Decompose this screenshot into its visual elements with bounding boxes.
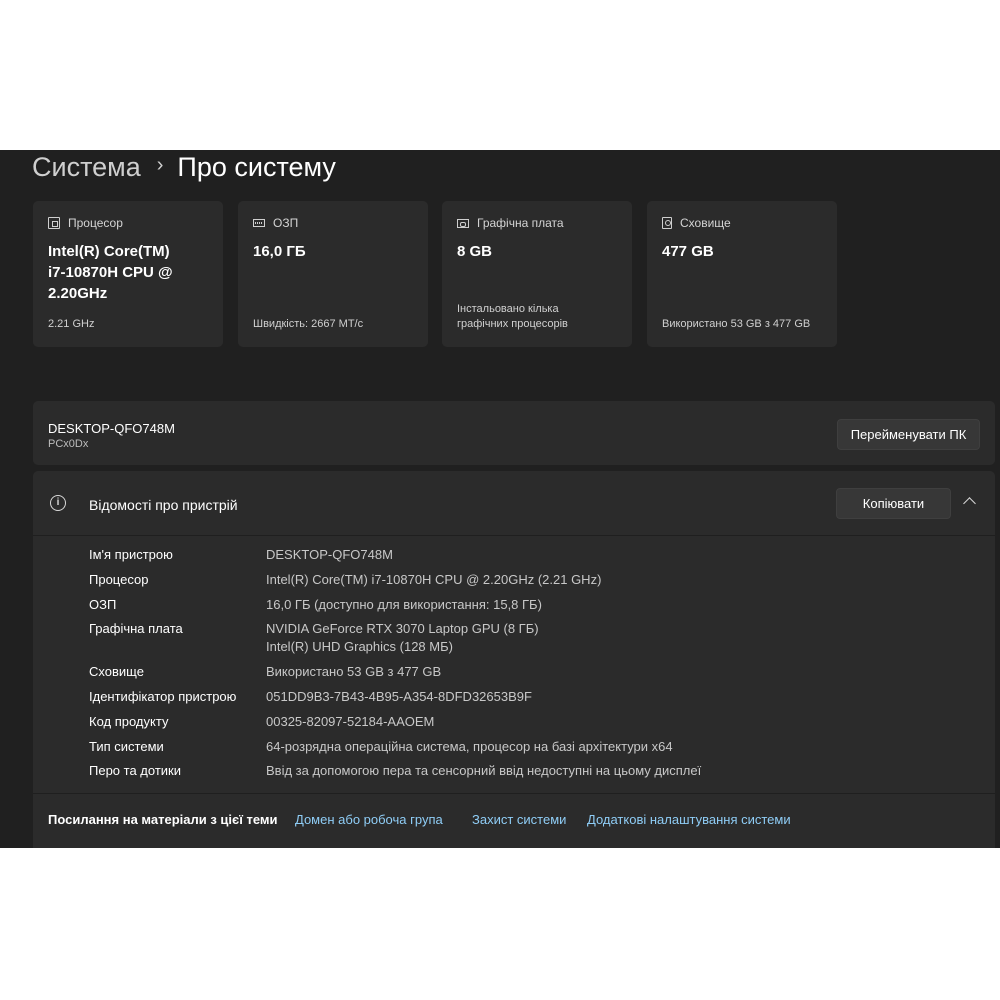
storage-card: Сховище 477 GB Використано 53 GB з 477 G… — [647, 201, 837, 347]
spec-key: Ім'я пристрою — [89, 547, 173, 562]
spec-key: Процесор — [89, 571, 149, 587]
card-value: 8 GB — [457, 243, 493, 260]
spec-key: Тип системи — [89, 738, 164, 754]
spec-row-processor: Процесор Intel(R) Core(TM) i7-10870H CPU… — [33, 571, 995, 589]
chevron-up-icon[interactable] — [963, 497, 976, 510]
card-label: ОЗП — [273, 216, 299, 230]
card-value: 477 GB — [662, 243, 714, 260]
settings-window: Система › Про систему Процесор Intel(R) … — [0, 150, 1000, 848]
spec-row-device-name: Ім'я пристрою DESKTOP-QFO748M — [33, 546, 995, 564]
spec-row-ram: ОЗП 16,0 ГБ (доступно для використання: … — [33, 596, 995, 614]
spec-key: Сховище — [89, 664, 144, 680]
card-label: Процесор — [68, 216, 123, 230]
ram-icon — [253, 219, 265, 227]
processor-card: Процесор Intel(R) Core(TM) i7-10870H CPU… — [33, 201, 223, 347]
spec-row-device-id: Ідентифікатор пристрою 051DD9B3-7B43-4B9… — [33, 688, 995, 706]
rename-pc-button[interactable]: Перейменувати ПК — [837, 419, 980, 450]
card-subtitle: Інстальовано кілька графічних процесорів — [457, 303, 568, 330]
card-label: Сховище — [680, 216, 731, 230]
spec-value: 64-розрядна операційна система, процесор… — [266, 738, 673, 754]
spec-list: Ім'я пристрою DESKTOP-QFO748M Процесор I… — [33, 546, 995, 787]
divider — [33, 535, 995, 536]
spec-value: DESKTOP-QFO748M — [266, 547, 393, 562]
spec-row-pen-touch: Перо та дотики Ввід за допомогою пера та… — [33, 762, 995, 780]
spec-value: 051DD9B3-7B43-4B95-A354-8DFD32653B9F — [266, 688, 532, 704]
card-subtitle: 2.21 GHz — [48, 318, 95, 330]
related-links-bar: Посилання на матеріали з цієї теми Домен… — [33, 793, 995, 848]
link-domain-workgroup[interactable]: Домен або робоча група — [295, 812, 443, 827]
spec-value: 16,0 ГБ (доступно для використання: 15,8… — [266, 596, 542, 612]
spec-row-graphics: Графічна плата NVIDIA GeForce RTX 3070 L… — [33, 620, 995, 656]
spec-value: Ввід за допомогою пера та сенсорний ввід… — [266, 763, 702, 779]
device-name: DESKTOP-QFO748M — [48, 421, 175, 436]
spec-row-system-type: Тип системи 64-розрядна операційна систе… — [33, 738, 995, 756]
spec-value: Intel(R) Core(TM) i7-10870H CPU @ 2.20GH… — [266, 571, 602, 587]
spec-value: 00325-82097-52184-AAOEM — [266, 713, 435, 729]
spec-key: Ідентифікатор пристрою — [89, 688, 237, 704]
breadcrumb-chevron-icon: › — [156, 154, 164, 176]
device-specifications-header[interactable]: i Відомості про пристрій Копіювати — [33, 471, 995, 535]
link-advanced-system-settings[interactable]: Додаткові налаштування системи — [587, 812, 791, 827]
device-specifications-panel: i Відомості про пристрій Копіювати Ім'я … — [33, 471, 995, 848]
card-value: 16,0 ГБ — [253, 243, 306, 260]
spec-key: Графічна плата — [89, 621, 183, 637]
spec-value: NVIDIA GeForce RTX 3070 Laptop GPU (8 ГБ… — [266, 621, 539, 655]
device-name-panel: DESKTOP-QFO748M PCx0Dx Перейменувати ПК — [33, 401, 995, 465]
related-links-label: Посилання на матеріали з цієї теми — [48, 812, 278, 827]
breadcrumb-parent-system[interactable]: Система — [32, 150, 141, 184]
spec-key: ОЗП — [89, 596, 117, 612]
spec-value: Використано 53 GB з 477 GB — [266, 664, 442, 680]
spec-key: Перо та дотики — [89, 763, 181, 779]
link-system-protection[interactable]: Захист системи — [472, 812, 566, 827]
processor-icon — [48, 217, 60, 229]
card-label: Графічна плата — [477, 216, 564, 230]
spec-row-product-id: Код продукту 00325-82097-52184-AAOEM — [33, 713, 995, 731]
spec-key: Код продукту — [89, 713, 169, 729]
graphics-card-icon — [457, 218, 469, 228]
storage-icon — [662, 217, 672, 229]
graphics-card: Графічна плата 8 GB Інстальовано кілька … — [442, 201, 632, 347]
page-title: Про систему — [177, 152, 336, 182]
device-model: PCx0Dx — [48, 438, 89, 450]
info-icon: i — [50, 495, 66, 511]
copy-button[interactable]: Копіювати — [836, 488, 951, 519]
ram-card: ОЗП 16,0 ГБ Швидкість: 2667 МТ/с — [238, 201, 428, 347]
card-subtitle: Використано 53 GB з 477 GB — [662, 318, 811, 330]
spec-row-storage: Сховище Використано 53 GB з 477 GB — [33, 663, 995, 681]
device-specifications-title: Відомості про пристрій — [89, 497, 238, 513]
breadcrumb: Система › Про систему — [32, 150, 336, 184]
card-subtitle: Швидкість: 2667 МТ/с — [253, 318, 364, 330]
card-value: Intel(R) Core(TM) i7-10870H CPU @ 2.20GH… — [48, 243, 173, 302]
